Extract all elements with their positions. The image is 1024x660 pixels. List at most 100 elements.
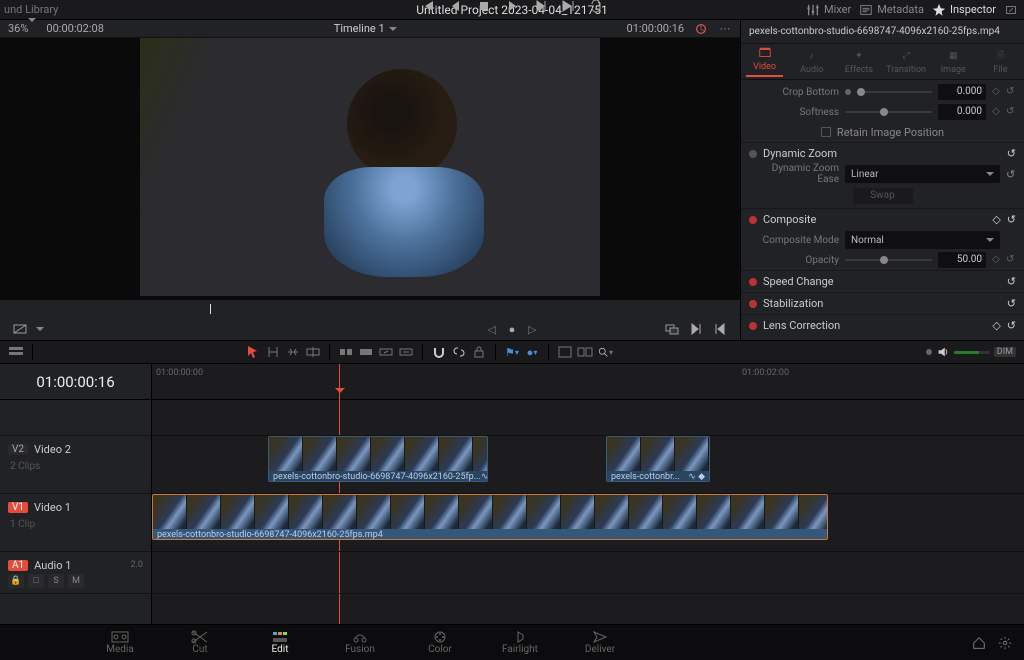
- track-lock-chip[interactable]: 🔒: [8, 574, 24, 588]
- viewer-options-icon[interactable]: ⋯: [718, 22, 732, 36]
- position-lock-toggle[interactable]: [471, 344, 487, 360]
- reset-icon[interactable]: ↺: [1006, 168, 1016, 181]
- page-color[interactable]: Color: [400, 630, 480, 655]
- track-mute-chip[interactable]: M: [68, 574, 84, 588]
- keyframe-diamond-icon[interactable]: ◇: [992, 87, 1002, 97]
- inspector-tab-video[interactable]: Video: [741, 44, 788, 79]
- track-id-v2[interactable]: V2: [8, 444, 28, 455]
- replace-clip-button[interactable]: [378, 344, 394, 360]
- reset-icon[interactable]: ↺: [1007, 275, 1016, 288]
- keyframe-diamond-icon[interactable]: ◇: [992, 213, 1000, 226]
- inspector-tab-image[interactable]: ▦Image: [930, 44, 977, 79]
- settings-icon[interactable]: [998, 636, 1012, 650]
- track-header-v1[interactable]: V1Video 1 1 Clip: [0, 494, 151, 552]
- track-solo-chip[interactable]: S: [48, 574, 64, 588]
- timeline-canvas[interactable]: 01:00:00:00 01:00:02:00 pexels-cottonbro…: [152, 364, 1024, 624]
- reset-icon[interactable]: ↺: [1007, 147, 1016, 160]
- timeline-name-dropdown[interactable]: Timeline 1: [334, 22, 397, 35]
- go-first-button[interactable]: [420, 0, 436, 14]
- inspector-tab[interactable]: Inspector: [932, 3, 996, 17]
- page-media[interactable]: Media: [80, 630, 160, 655]
- page-deliver[interactable]: Deliver: [560, 630, 640, 655]
- viewer-scrubber[interactable]: [0, 300, 740, 318]
- zoom-search-icon[interactable]: ▾: [597, 344, 613, 360]
- reset-icon[interactable]: ↺: [1007, 297, 1016, 310]
- swap-button[interactable]: Swap: [853, 188, 913, 204]
- home-icon[interactable]: [972, 636, 986, 650]
- speed-change-header[interactable]: Speed Change ↺: [741, 270, 1024, 292]
- comp-mode-dropdown[interactable]: Normal: [845, 231, 1000, 249]
- track-v1[interactable]: pexels-cottonbro-studio-6698747-4096x216…: [152, 494, 1024, 552]
- mixer-tab[interactable]: Mixer: [806, 3, 851, 17]
- selection-tool[interactable]: [245, 344, 261, 360]
- section-toggle[interactable]: [749, 216, 757, 224]
- lens-correction-header[interactable]: Lens Correction ◇ ↺: [741, 314, 1024, 336]
- reset-icon[interactable]: ↺: [1006, 87, 1016, 97]
- timeline-ruler[interactable]: 01:00:00:00 01:00:02:00: [152, 364, 1024, 400]
- mark-in-button[interactable]: ●: [504, 321, 520, 337]
- insert-clip-button[interactable]: [338, 344, 354, 360]
- viewer-canvas[interactable]: [0, 38, 740, 300]
- track-a1[interactable]: [152, 552, 1024, 594]
- expand-panel-icon[interactable]: [1004, 3, 1018, 17]
- reset-icon[interactable]: ↺: [1007, 319, 1016, 332]
- next-edit-button[interactable]: [688, 321, 704, 337]
- track-disp-chip[interactable]: □: [28, 574, 44, 588]
- retain-checkbox[interactable]: [821, 127, 831, 137]
- metadata-tab[interactable]: Metadata: [859, 3, 924, 17]
- play-button[interactable]: [504, 0, 520, 14]
- fit-to-fill-button[interactable]: [398, 344, 414, 360]
- section-toggle[interactable]: [749, 150, 757, 158]
- crop-bottom-value[interactable]: 0.000: [938, 84, 986, 100]
- clip-v2-b[interactable]: pexels-cottonbr...∿ ◆: [606, 436, 710, 482]
- opacity-value[interactable]: 50.00: [938, 252, 986, 268]
- track-v2[interactable]: pexels-cottonbro-studio-6698747-4096x216…: [152, 436, 1024, 494]
- keyframe-diamond-icon[interactable]: ◇: [992, 107, 1002, 117]
- dynamic-trim-tool[interactable]: [285, 344, 301, 360]
- bypass-icon[interactable]: [694, 22, 708, 36]
- timeline-view-options[interactable]: [8, 344, 24, 360]
- link-toggle[interactable]: [451, 344, 467, 360]
- trim-edit-tool[interactable]: [265, 344, 281, 360]
- composite-header[interactable]: Composite ◇ ↺: [741, 208, 1024, 230]
- keyframe-diamond-icon[interactable]: ◇: [992, 319, 1000, 332]
- track-header-v2[interactable]: V2Video 2 2 Clips: [0, 436, 151, 494]
- clip-v2-a[interactable]: pexels-cottonbro-studio-6698747-4096x216…: [268, 436, 488, 482]
- page-cut[interactable]: Cut: [160, 630, 240, 655]
- match-frame-button[interactable]: [12, 321, 28, 337]
- inspector-tab-transition[interactable]: ⤢Transition: [883, 44, 930, 79]
- opacity-slider[interactable]: [845, 259, 932, 261]
- overlay-toggle[interactable]: [664, 321, 680, 337]
- index-button[interactable]: [557, 344, 573, 360]
- stop-button[interactable]: [476, 0, 492, 14]
- dual-viewer-button[interactable]: [577, 344, 593, 360]
- page-fairlight[interactable]: Fairlight: [480, 630, 560, 655]
- keyframe-diamond-icon[interactable]: ◇: [992, 255, 1002, 265]
- blade-tool[interactable]: [305, 344, 321, 360]
- marker-button[interactable]: ●▾: [524, 344, 540, 360]
- track-header-a1[interactable]: A1Audio 12.0 🔒 □ S M: [0, 552, 151, 594]
- dim-button[interactable]: DIM: [994, 347, 1016, 357]
- page-fusion[interactable]: Fusion: [320, 630, 400, 655]
- dynzoom-ease-dropdown[interactable]: Linear: [845, 165, 1000, 183]
- reset-icon[interactable]: ↺: [1006, 107, 1016, 117]
- flag-button[interactable]: ⚑▾: [504, 344, 520, 360]
- master-timecode[interactable]: 01:00:00:16: [0, 364, 151, 400]
- snap-toggle[interactable]: [431, 344, 447, 360]
- inspector-tab-audio[interactable]: ♪Audio: [788, 44, 835, 79]
- library-breadcrumb[interactable]: und Library: [0, 3, 62, 16]
- track-id-v1[interactable]: V1: [8, 502, 28, 513]
- viewer-right-tc[interactable]: 01:00:00:16: [627, 22, 684, 35]
- inspector-tab-file[interactable]: 🗎File: [977, 44, 1024, 79]
- stabilization-header[interactable]: Stabilization ↺: [741, 292, 1024, 314]
- page-edit[interactable]: Edit: [240, 630, 320, 655]
- section-toggle[interactable]: [749, 322, 757, 330]
- go-last-button[interactable]: [560, 0, 576, 14]
- speaker-icon[interactable]: [936, 345, 950, 359]
- softness-slider[interactable]: [845, 111, 932, 113]
- inspector-tab-effects[interactable]: ✦Effects: [835, 44, 882, 79]
- step-fwd-button[interactable]: [532, 0, 548, 14]
- viewer-left-tc[interactable]: 00:00:02:08: [46, 22, 103, 35]
- clip-v1[interactable]: pexels-cottonbro-studio-6698747-4096x216…: [152, 494, 828, 540]
- reset-icon[interactable]: ↺: [1006, 255, 1016, 265]
